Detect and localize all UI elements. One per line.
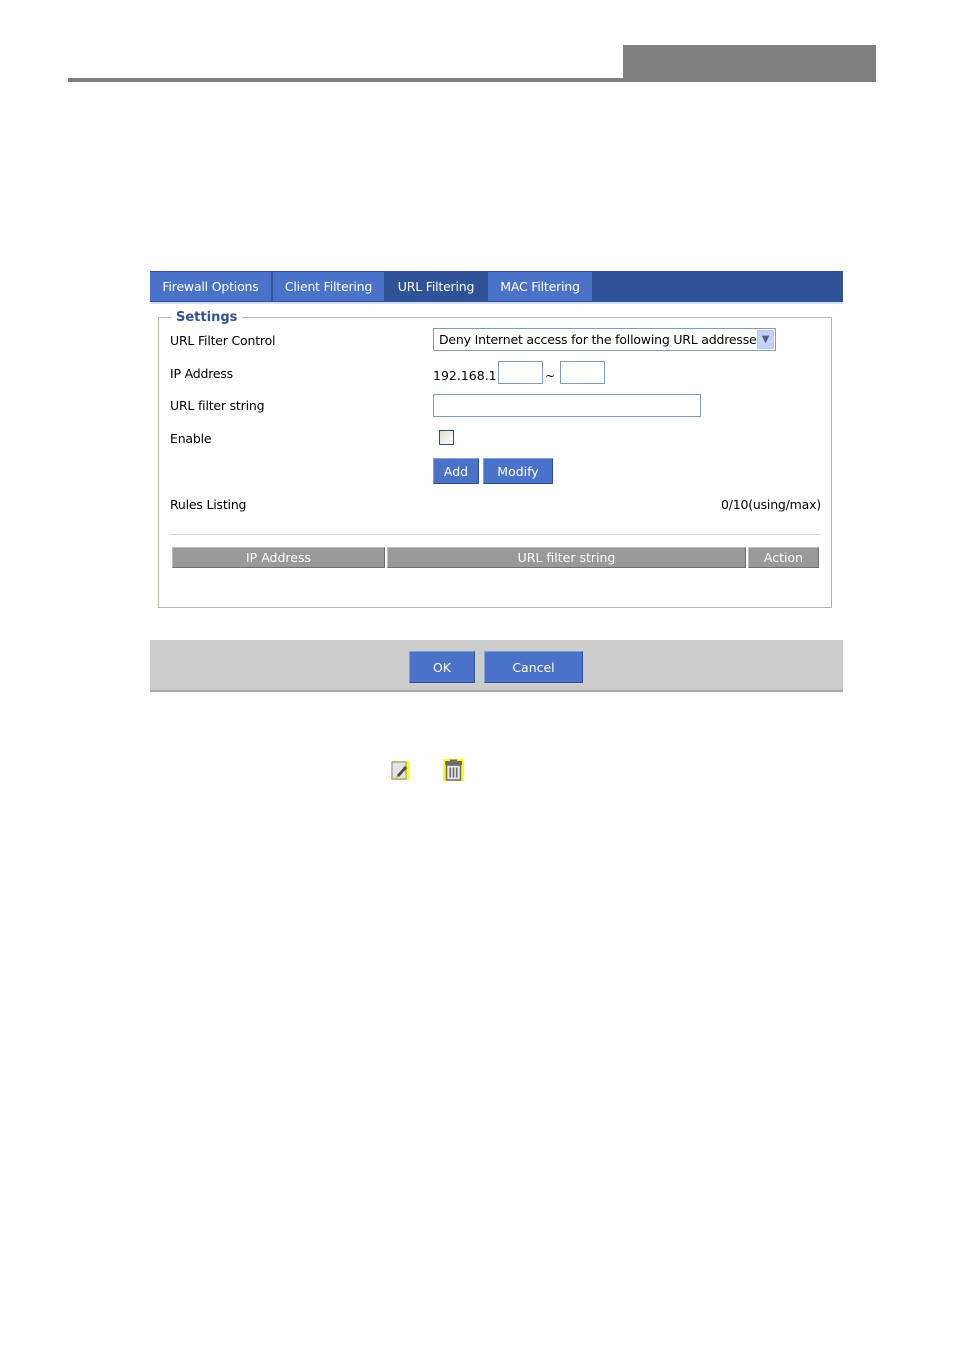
ip-prefix: 192.168.1.	[433, 368, 501, 383]
settings-legend: Settings	[176, 310, 238, 325]
enable-checkbox[interactable]	[439, 430, 454, 445]
rules-count: 0/10(using/max)	[720, 497, 821, 512]
page-header-block	[623, 45, 876, 82]
tab-bar: Firewall Options Client Filtering URL Fi…	[150, 271, 843, 302]
url-filter-control-label: URL Filter Control	[170, 333, 276, 348]
tab-mac-filtering[interactable]: MAC Filtering	[488, 272, 594, 301]
edit-icon	[391, 761, 409, 780]
tab-url-filtering[interactable]: URL Filtering	[386, 272, 488, 301]
tab-firewall-options[interactable]: Firewall Options	[150, 272, 273, 301]
rules-listing-label: Rules Listing	[170, 497, 247, 512]
ip-range-separator: ~	[545, 369, 556, 383]
column-header-action: Action	[748, 547, 819, 568]
url-filter-string-label: URL filter string	[170, 398, 265, 413]
url-filter-string-input[interactable]	[433, 394, 701, 417]
cancel-button[interactable]: Cancel	[484, 651, 583, 683]
rules-divider	[170, 534, 821, 535]
ok-button[interactable]: OK	[409, 651, 475, 683]
trash-icon	[443, 759, 464, 781]
enable-label: Enable	[170, 431, 212, 446]
url-filter-control-value: Deny Internet access for the following U…	[439, 332, 763, 347]
ip-start-input[interactable]	[498, 361, 543, 384]
column-header-ip-address: IP Address	[172, 547, 385, 568]
add-button[interactable]: Add	[433, 458, 479, 484]
ip-address-label: IP Address	[170, 366, 233, 381]
url-filter-control-select[interactable]: Deny Internet access for the following U…	[433, 328, 776, 351]
tab-underline	[150, 302, 843, 304]
chevron-down-icon[interactable]: ▼	[757, 330, 774, 349]
tab-client-filtering[interactable]: Client Filtering	[273, 272, 386, 301]
ip-end-input[interactable]	[560, 361, 605, 384]
modify-button[interactable]: Modify	[483, 458, 553, 484]
column-header-url-filter-string: URL filter string	[387, 547, 746, 568]
